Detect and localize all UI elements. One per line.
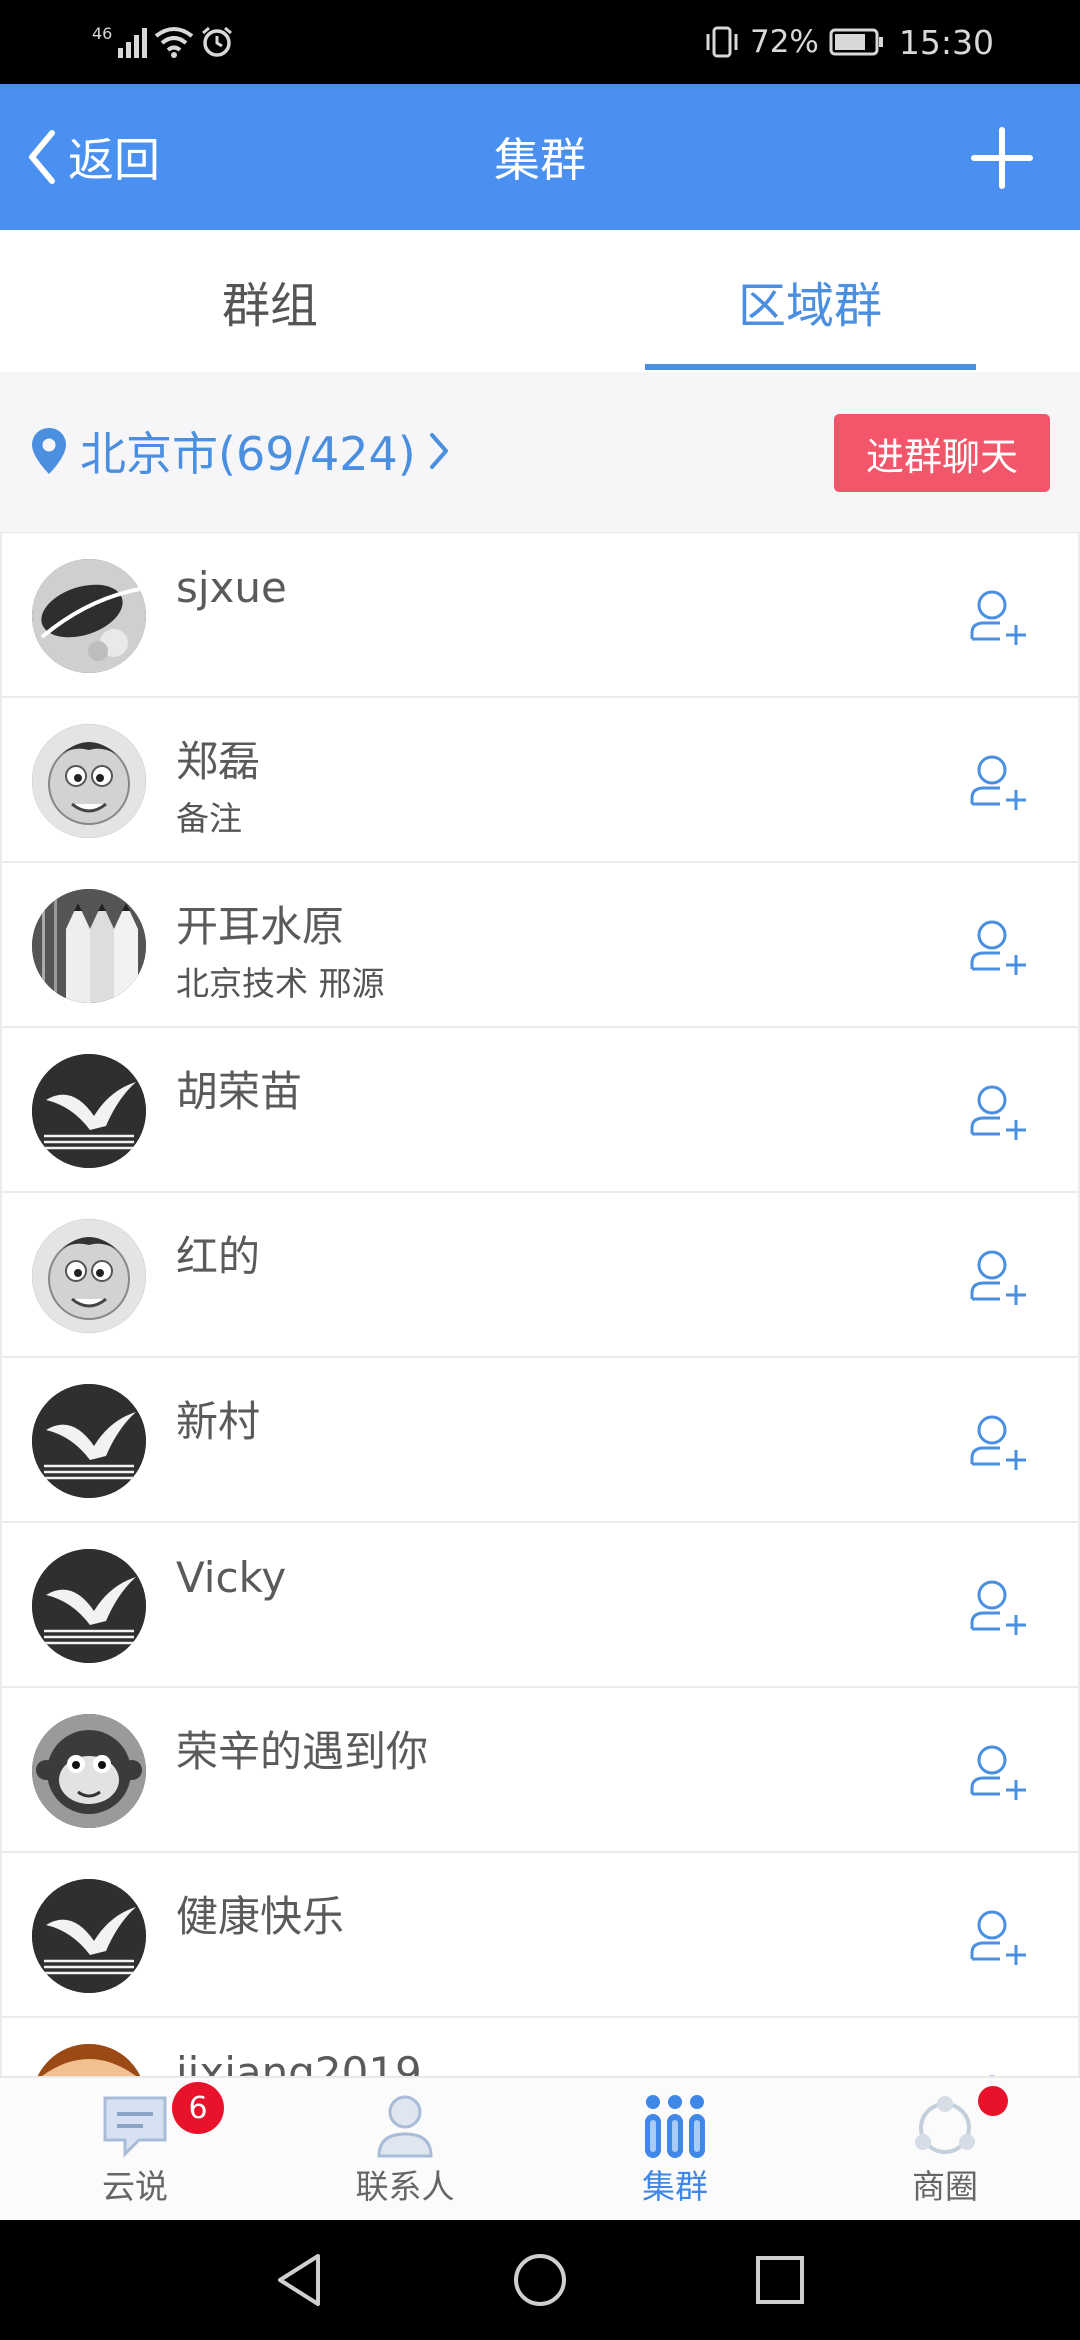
tab-bar: 群组 区域群 <box>0 230 1080 372</box>
avatar <box>32 1384 146 1498</box>
nav-cluster[interactable]: 集群 <box>540 2078 810 2220</box>
member-name: 郑磊 <box>176 737 261 786</box>
location-selector[interactable]: 北京市(69/424) <box>30 418 450 484</box>
system-nav-bar <box>0 2220 1080 2340</box>
nav-label: 云说 <box>102 2167 168 2206</box>
add-friend-icon[interactable] <box>966 1575 1030 1639</box>
location-bar: 北京市(69/424) 进群聊天 <box>0 372 1080 532</box>
add-friend-icon[interactable] <box>966 1410 1030 1474</box>
member-name: 健康快乐 <box>176 1892 345 1941</box>
nav-yunshuo[interactable]: 云说 <box>0 2078 270 2220</box>
avatar <box>32 889 146 1003</box>
avatar <box>32 2044 146 2076</box>
join-group-chat-button[interactable]: 进群聊天 <box>834 414 1050 492</box>
unread-badge: 6 <box>172 2082 224 2134</box>
active-tab-indicator <box>645 364 976 370</box>
list-item[interactable]: sjxue <box>0 533 1080 698</box>
tab-regional-groups[interactable]: 区域群 <box>540 230 1080 372</box>
cluster-icon <box>645 2095 705 2158</box>
nav-business-circle[interactable]: 商圈 <box>810 2078 1080 2220</box>
notification-dot <box>978 2086 1008 2116</box>
back-label: 返回 <box>68 133 160 187</box>
network-type: 46 <box>92 24 113 43</box>
add-friend-icon[interactable] <box>966 915 1030 979</box>
member-name: 荣辛的遇到你 <box>176 1727 429 1776</box>
list-item[interactable]: 红的 <box>0 1193 1080 1358</box>
battery-icon <box>829 28 883 56</box>
location-label: 北京市(69/424) <box>80 427 416 481</box>
list-item[interactable]: 健康快乐 <box>0 1853 1080 2018</box>
nav-label: 联系人 <box>355 2167 455 2206</box>
member-name: sjxue <box>176 563 287 612</box>
business-circle-icon <box>915 2096 975 2154</box>
bottom-nav: 云说 联系人 集群 商圈 6 <box>0 2076 1080 2220</box>
list-item[interactable]: Vicky <box>0 1523 1080 1688</box>
member-name: 开耳水原 <box>176 902 345 951</box>
avatar <box>32 724 146 838</box>
vibrate-icon <box>706 26 738 58</box>
member-name: 新村 <box>176 1397 261 1446</box>
add-friend-icon[interactable] <box>966 1080 1030 1144</box>
list-item[interactable]: 开耳水原 北京技术 邢源 <box>0 863 1080 1028</box>
avatar <box>32 1054 146 1168</box>
member-name: 红的 <box>176 1232 261 1281</box>
avatar <box>32 1879 146 1993</box>
app-header: 返回 集群 <box>0 84 1080 230</box>
tab-groups[interactable]: 群组 <box>0 230 540 372</box>
chevron-left-icon <box>29 130 55 184</box>
signal-icon <box>118 28 148 58</box>
nav-label: 商圈 <box>912 2167 978 2206</box>
chat-icon <box>103 2096 167 2158</box>
recents-square-icon[interactable] <box>748 2248 812 2312</box>
location-pin-icon <box>32 428 66 474</box>
contacts-icon <box>377 2095 433 2158</box>
list-item[interactable]: 荣辛的遇到你 <box>0 1688 1080 1853</box>
add-friend-icon[interactable] <box>966 750 1030 814</box>
add-icon[interactable] <box>970 126 1034 190</box>
member-note: 北京技术 邢源 <box>176 964 385 1003</box>
status-left: 46 <box>92 18 234 66</box>
chevron-right-icon <box>429 433 448 469</box>
add-friend-icon[interactable] <box>966 585 1030 649</box>
member-name: 胡荣苗 <box>176 1067 303 1116</box>
add-friend-icon[interactable] <box>966 1245 1030 1309</box>
back-button[interactable]: 返回 <box>26 118 160 196</box>
add-friend-icon[interactable] <box>966 1905 1030 1969</box>
clock: 15:30 <box>898 22 994 62</box>
page-title: 集群 <box>494 133 586 187</box>
wifi-icon <box>155 27 194 58</box>
battery-percent: 72% <box>749 24 819 60</box>
add-friend-icon[interactable] <box>966 1740 1030 1804</box>
nav-contacts[interactable]: 联系人 <box>270 2078 540 2220</box>
member-name: Vicky <box>176 1553 287 1602</box>
status-bar: 46 72% 15:30 <box>0 0 1080 84</box>
alarm-icon <box>202 26 233 57</box>
avatar <box>32 1549 146 1663</box>
status-right: 72% 15:30 <box>704 18 994 66</box>
member-name: jixiang2019 <box>176 2048 422 2076</box>
avatar <box>32 1714 146 1828</box>
member-list[interactable]: sjxue 郑磊 备注 开耳水原 北京技术 邢源 胡荣苗 红的 新村 Vicky… <box>0 532 1080 2076</box>
back-triangle-icon[interactable] <box>268 2248 332 2312</box>
avatar <box>32 1219 146 1333</box>
avatar <box>32 559 146 673</box>
home-circle-icon[interactable] <box>508 2248 572 2312</box>
member-note: 备注 <box>176 799 242 838</box>
list-item[interactable]: 郑磊 备注 <box>0 698 1080 863</box>
nav-label: 集群 <box>642 2167 708 2206</box>
list-item[interactable]: 新村 <box>0 1358 1080 1523</box>
list-item[interactable]: jixiang2019 <box>0 2018 1080 2076</box>
list-item[interactable]: 胡荣苗 <box>0 1028 1080 1193</box>
